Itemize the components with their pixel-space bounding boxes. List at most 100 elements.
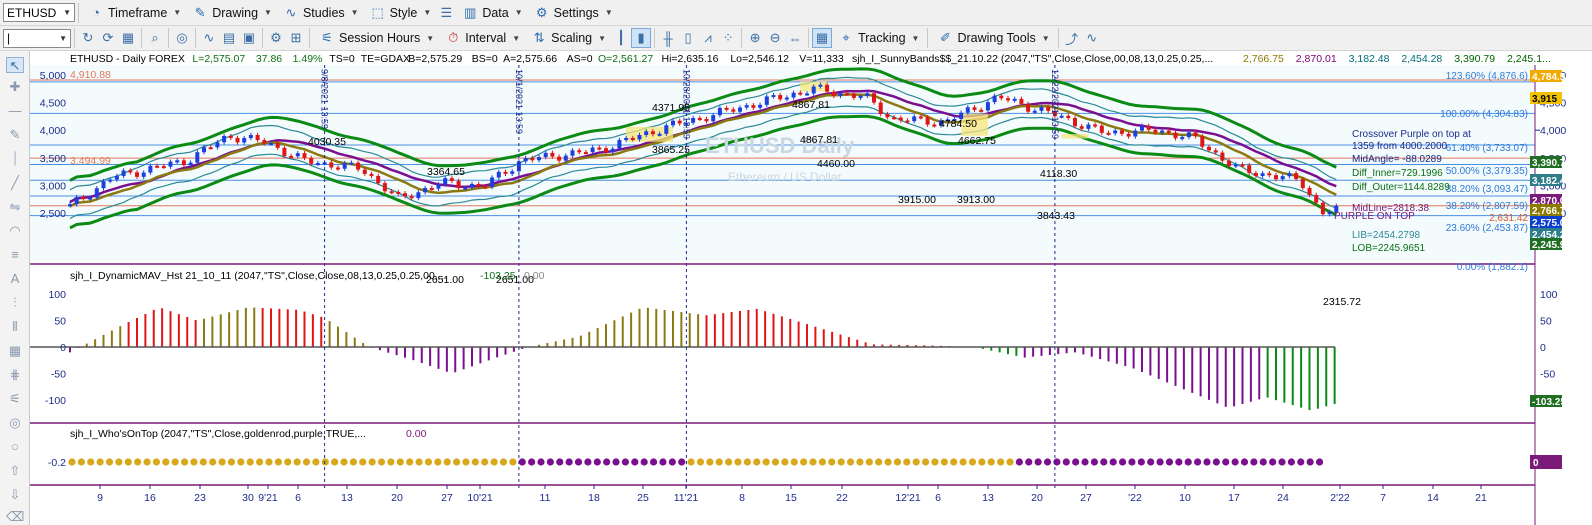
dial-icon[interactable]: ◎ — [172, 28, 192, 48]
ohlc-icon[interactable]: ╫ — [658, 28, 678, 48]
grid-icon[interactable]: ▦ — [118, 28, 138, 48]
chart-window-icon[interactable]: ▤ — [219, 28, 239, 48]
chart-area[interactable]: 9/8/2021 13:59 10/1/2021 13:59 10/28/2021 … — [0, 51, 1592, 525]
candle-body — [195, 152, 200, 163]
drawing-menu[interactable]: ✎ Drawing ▼ — [186, 2, 277, 24]
whos-on-top-dot — [725, 458, 733, 466]
candle-body — [1300, 179, 1305, 188]
refresh-icon[interactable]: ↻ — [78, 28, 98, 48]
sliders-icon: ⚟ — [321, 30, 333, 45]
whos-on-top-dot — [406, 458, 414, 466]
header-field: A=2,575.66 — [503, 53, 557, 65]
settings-menu[interactable]: ⚙ Settings ▼ — [528, 2, 618, 24]
zoom-in-icon[interactable]: ⊕ — [745, 28, 765, 48]
whos-on-top-dot — [940, 458, 948, 466]
interval-menu[interactable]: ⏱ Interval ▼ — [439, 27, 525, 49]
candle-body — [242, 138, 247, 143]
whos-on-top-dot — [574, 458, 583, 466]
candle-body — [865, 93, 870, 96]
candle-body — [141, 172, 146, 177]
whos-on-top-dot — [1015, 458, 1023, 466]
x-axis-label: 13 — [982, 492, 994, 504]
add-chart-icon[interactable]: ⤴ — [1062, 28, 1082, 48]
candle-body — [409, 196, 414, 199]
x-axis-label: 9 — [97, 492, 103, 504]
candle-body — [275, 143, 280, 148]
candle-body — [1287, 173, 1292, 177]
pan-icon[interactable]: ⇔ — [785, 28, 805, 48]
whos-on-top-dot — [584, 458, 592, 466]
candle-body — [1314, 194, 1319, 203]
candle-hollow-icon[interactable]: ▯ — [678, 28, 698, 48]
style-icon: ⬚ — [371, 4, 384, 20]
whos-on-top-dot — [1297, 458, 1305, 466]
candle-body — [972, 107, 977, 110]
scaling-icon: ⇅ — [533, 30, 545, 45]
price-tag-label: 3,915 — [1532, 94, 1557, 105]
price-panel-bg — [30, 65, 1535, 260]
toolbar-separator — [262, 28, 263, 48]
magnifier-icon[interactable]: ⌕ — [145, 28, 165, 48]
session-hours-menu[interactable]: ⚟ Session Hours ▼ — [313, 27, 439, 49]
panel2-axis-label: -100 — [45, 395, 66, 407]
whos-on-top-dot — [1306, 458, 1314, 466]
candle-body — [892, 117, 897, 120]
line-chart-icon[interactable]: ⩘ — [698, 28, 718, 48]
analysis-icon[interactable]: ∿ — [1082, 28, 1102, 48]
candle-body — [1066, 115, 1071, 119]
calc-icon[interactable]: ⊞ — [286, 28, 306, 48]
whos-on-top-dot — [893, 458, 902, 466]
candle-body — [711, 115, 716, 122]
panel2-axis-label: -50 — [51, 369, 66, 381]
whos-on-top-dot — [865, 458, 873, 466]
candle-body — [731, 109, 736, 112]
candle-body — [490, 177, 495, 187]
header-field: O=2,561.27 — [598, 53, 653, 65]
dots-icon[interactable]: ⁘ — [718, 28, 738, 48]
whos-on-top-dot — [875, 458, 883, 466]
chevron-down-icon: ▼ — [604, 8, 613, 17]
whos-on-top-dot — [743, 458, 751, 466]
interval-combo[interactable]: | ▼ — [3, 28, 71, 48]
whos-on-top-dot — [1043, 458, 1052, 466]
crossover-text: MidAngle= -88.0289 — [1352, 154, 1442, 165]
candle-body — [1032, 110, 1037, 113]
image-icon[interactable]: ▣ — [239, 28, 259, 48]
whos-on-top-dot — [518, 458, 526, 466]
drawing-tools-menu[interactable]: ✐ Drawing Tools ▼ — [931, 27, 1054, 49]
candle-body — [356, 162, 361, 170]
zoom-out-icon[interactable]: ⊖ — [765, 28, 785, 48]
symbol-combo[interactable]: ETHUSD ▼ — [3, 3, 75, 22]
whos-on-top-dot — [687, 458, 695, 466]
tracking-menu[interactable]: ⌖ Tracking ▼ — [832, 27, 924, 49]
price-annotation: 4867.81 — [792, 99, 830, 111]
whos-on-top-dot — [668, 458, 676, 466]
whos-on-top-dot — [612, 458, 620, 466]
whos-on-top-dot — [715, 458, 723, 466]
studies-settings-icon[interactable]: ⚙ — [266, 28, 286, 48]
panel2-axis-label-right: 100 — [1540, 289, 1558, 301]
link-icon[interactable]: ⟳ — [98, 28, 118, 48]
whos-on-top-dot — [256, 458, 264, 466]
candlestick-icon[interactable]: ▮ — [631, 28, 652, 48]
scaling-menu[interactable]: ⇅ Scaling ▼ — [525, 27, 611, 49]
layout-icon[interactable]: ☰ — [436, 3, 456, 23]
whos-on-top-dot — [152, 458, 161, 466]
timeframe-menu[interactable]: ◔ Timeframe ▼ — [82, 2, 186, 24]
candle-body — [1039, 107, 1044, 111]
interval-combo-value: | — [7, 31, 11, 45]
data-window-icon[interactable]: ▦ — [812, 28, 833, 48]
bar-chart-icon[interactable]: ┃ — [611, 28, 631, 48]
whos-on-top-dot — [246, 458, 254, 466]
whos-on-top-dot — [105, 458, 114, 466]
fib-level-label: 23.60% (2,453.87) — [1446, 223, 1528, 234]
style-menu[interactable]: ⬚ Style ▼ — [364, 2, 437, 24]
data-menu[interactable]: ▥ Data ▼ — [456, 2, 527, 24]
studies-icon: ∿ — [285, 4, 297, 20]
style-label: Style — [389, 5, 418, 20]
wave-icon[interactable]: ∿ — [199, 28, 219, 48]
whos-on-top-dot — [209, 458, 217, 466]
candle-body — [396, 191, 401, 194]
fib-level-label: 38.20% (2,807.59) — [1446, 201, 1528, 212]
studies-menu[interactable]: ∿ Studies ▼ — [277, 2, 364, 24]
